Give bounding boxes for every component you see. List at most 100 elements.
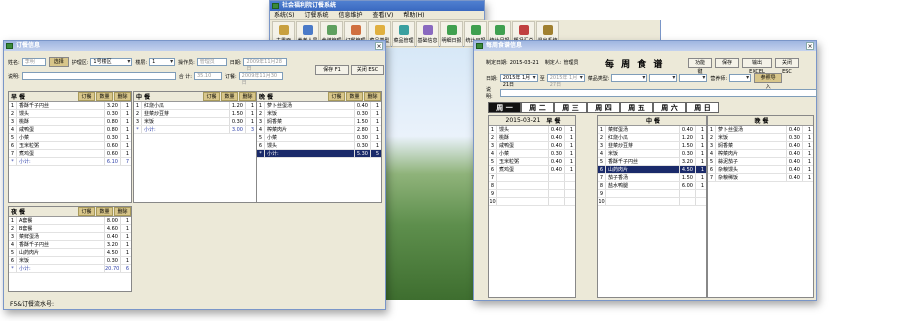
table-row[interactable]: 4 咸鸭蛋 0.80 1 xyxy=(9,126,131,134)
table-row[interactable]: 6 煮鸡蛋 0.40 1 xyxy=(489,166,575,174)
nutritionist-select[interactable] xyxy=(729,74,752,82)
table-row[interactable]: 1 红烧小瓜 1.20 1 xyxy=(134,102,256,110)
cell: 焖香菜 xyxy=(716,142,787,149)
table-row[interactable]: 3 咸鸭蛋 0.40 1 xyxy=(489,142,575,150)
close-button[interactable]: 关闭 ESC xyxy=(351,65,384,75)
weekday-tab[interactable]: 周 四 xyxy=(587,102,620,113)
table-row[interactable]: 6 米饭 0.30 1 xyxy=(9,257,131,265)
dish-type-select-3[interactable] xyxy=(679,74,708,82)
save-button[interactable]: 保存 xyxy=(715,58,739,68)
table-row[interactable]: 8 xyxy=(489,182,575,190)
table-row[interactable]: 7 xyxy=(489,174,575,182)
table-row[interactable]: 6 山药肉片 4.50 1 xyxy=(598,166,706,174)
menu-help[interactable]: 帮助(H) xyxy=(403,11,424,19)
table-row[interactable]: 2 B套餐 4.60 1 xyxy=(9,225,131,233)
dish-button[interactable]: 菜品管理 xyxy=(392,21,415,47)
table-row[interactable]: 10 xyxy=(598,198,706,206)
table-row[interactable]: 3 菜鲜蛋汤 0.40 1 xyxy=(9,233,131,241)
menu-system[interactable]: 系统(S) xyxy=(274,11,295,19)
date-input[interactable]: 2009年11月28日 xyxy=(243,58,288,72)
table-row[interactable]: 2 米饭 0.30 1 xyxy=(257,110,381,118)
table-row[interactable]: 1 萝卜丝蛋汤 0.40 1 xyxy=(257,102,381,110)
weekday-tab[interactable]: 周 一 xyxy=(488,102,521,113)
table-row[interactable]: 4 榨菜肉片 2.80 1 xyxy=(257,126,381,134)
table-row[interactable]: 5 小菜 0.30 1 xyxy=(9,134,131,142)
weekday-tab[interactable]: 周 日 xyxy=(686,102,719,113)
table-row[interactable]: 1 菜鲜蛋汤 0.40 1 xyxy=(598,126,706,134)
table-row[interactable]: 1 萝卜丝蛋汤 0.40 1 xyxy=(708,126,813,134)
cell: 5 xyxy=(708,158,716,165)
dish-type-select[interactable] xyxy=(611,74,648,82)
creator-field: 制定人: 管理员 xyxy=(544,60,579,66)
name-input[interactable]: 李明 xyxy=(21,58,46,66)
table-row[interactable]: 10 xyxy=(489,198,575,206)
select-button[interactable]: 选择 xyxy=(48,57,69,67)
cell: 1 xyxy=(125,242,129,248)
cell: 4.60 xyxy=(105,225,121,232)
table-row[interactable]: 3 焖香菜 1.50 1 xyxy=(257,118,381,126)
date-head: 2015-03-21 xyxy=(505,117,541,124)
table-row[interactable]: 3 桃酥 0.80 1 xyxy=(9,118,131,126)
recipe-note-input[interactable] xyxy=(499,89,817,97)
table-row[interactable]: 1 香酥千子円丝 3.20 1 xyxy=(9,102,131,110)
close-icon[interactable]: × xyxy=(806,42,814,50)
table-row[interactable]: 6 玉米粒粥 0.60 1 xyxy=(9,142,131,150)
date-from-select[interactable]: 2015年 1月21日 xyxy=(499,74,538,88)
table-row[interactable]: 1 A套餐 8.00 1 xyxy=(9,217,131,225)
table-row[interactable]: 3 韭菜炒豆芽 1.50 1 xyxy=(598,142,706,150)
close-button[interactable]: 关闭 ESC xyxy=(775,58,799,75)
weekday-tab[interactable]: 周 二 xyxy=(521,102,554,113)
table-row[interactable]: 2 红烧小瓜 1.20 1 xyxy=(598,134,706,142)
table-row[interactable]: 8 盐水鸭腿 6.00 1 xyxy=(598,182,706,190)
order-date-input[interactable]: 2009年11月30日 xyxy=(238,72,283,86)
weekday-tab[interactable]: 周 五 xyxy=(620,102,653,113)
table-row[interactable]: 2 韭菜炒豆芽 1.50 1 xyxy=(134,110,256,118)
order-form-row2: 说明: 合 计: 35.10 订餐: 2009年11月30日 xyxy=(8,72,283,86)
close-icon[interactable]: × xyxy=(375,42,383,50)
table-row[interactable]: 7 茄子香汤 1.50 1 xyxy=(598,174,706,182)
base-info-button[interactable]: 基础信息 xyxy=(416,21,439,47)
table-row[interactable]: 2 馒头 0.30 1 xyxy=(9,110,131,118)
table-row[interactable]: 5 山药肉片 4.50 1 xyxy=(9,249,131,257)
floor-select[interactable]: 1 xyxy=(149,58,176,66)
table-row[interactable]: 4 米饭 0.30 1 xyxy=(598,150,706,158)
table-row[interactable]: 3 米饭 0.30 1 xyxy=(134,118,256,126)
table-row[interactable]: 5 小菜 0.30 1 xyxy=(257,134,381,142)
menu-view[interactable]: 查看(V) xyxy=(373,11,394,19)
menu-maintain[interactable]: 信息维护 xyxy=(339,11,363,19)
cell: 1 xyxy=(569,135,573,141)
weekday-tab[interactable]: 周 六 xyxy=(653,102,686,113)
table-row[interactable]: 7 煮鸡蛋 0.60 1 xyxy=(9,150,131,158)
note-input[interactable] xyxy=(21,72,176,80)
menu-order[interactable]: 订餐系统 xyxy=(305,11,329,19)
table-row[interactable]: 9 xyxy=(489,190,575,198)
function-button[interactable]: 功能键 xyxy=(688,58,712,75)
date-to-select[interactable]: 2015年 1月27日 xyxy=(546,74,585,88)
table-row[interactable]: 6 杂粮馒头 0.40 1 xyxy=(708,166,813,174)
table-row[interactable]: 7 杂粮稀饭 0.40 1 xyxy=(708,174,813,182)
table-row[interactable]: 4 香酥千子円丝 3.20 1 xyxy=(9,241,131,249)
cell: 1 xyxy=(9,217,17,224)
cell: 0.40 xyxy=(549,134,565,141)
save-button[interactable]: 保存 F1 xyxy=(315,65,349,75)
weekday-tab[interactable]: 周 三 xyxy=(554,102,587,113)
table-row[interactable]: 9 xyxy=(598,190,706,198)
daily-detail-button[interactable]: 明细日报 xyxy=(440,21,463,47)
export-excel-button[interactable]: 输出 EXCEL xyxy=(742,58,772,75)
table-row[interactable]: 1 馒头 0.40 1 xyxy=(489,126,575,134)
table-row[interactable]: 6 馒头 0.30 1 xyxy=(257,142,381,150)
table-row[interactable]: 5 蒜泥茄子 0.40 1 xyxy=(708,158,813,166)
cell: 0.80 xyxy=(105,126,121,133)
dish-type-select-2[interactable] xyxy=(649,74,678,82)
table-row[interactable]: 3 焖香菜 0.40 1 xyxy=(708,142,813,150)
area-select[interactable]: 1号楼区 xyxy=(90,58,133,66)
import-button[interactable]: 参照导入 xyxy=(754,73,783,90)
table-row[interactable]: 5 香酥千子円丝 3.20 1 xyxy=(598,158,706,166)
table-row[interactable]: 2 桃酥 0.40 1 xyxy=(489,134,575,142)
column-header: 删除 xyxy=(114,92,131,101)
table-row[interactable]: 4 榨菜肉片 0.40 1 xyxy=(708,150,813,158)
table-row[interactable]: 5 玉米粒粥 0.40 1 xyxy=(489,158,575,166)
table-row[interactable]: 4 小菜 0.30 1 xyxy=(489,150,575,158)
operator-input[interactable]: 管理员 xyxy=(196,58,227,66)
table-row[interactable]: 2 米饭 0.30 1 xyxy=(708,134,813,142)
